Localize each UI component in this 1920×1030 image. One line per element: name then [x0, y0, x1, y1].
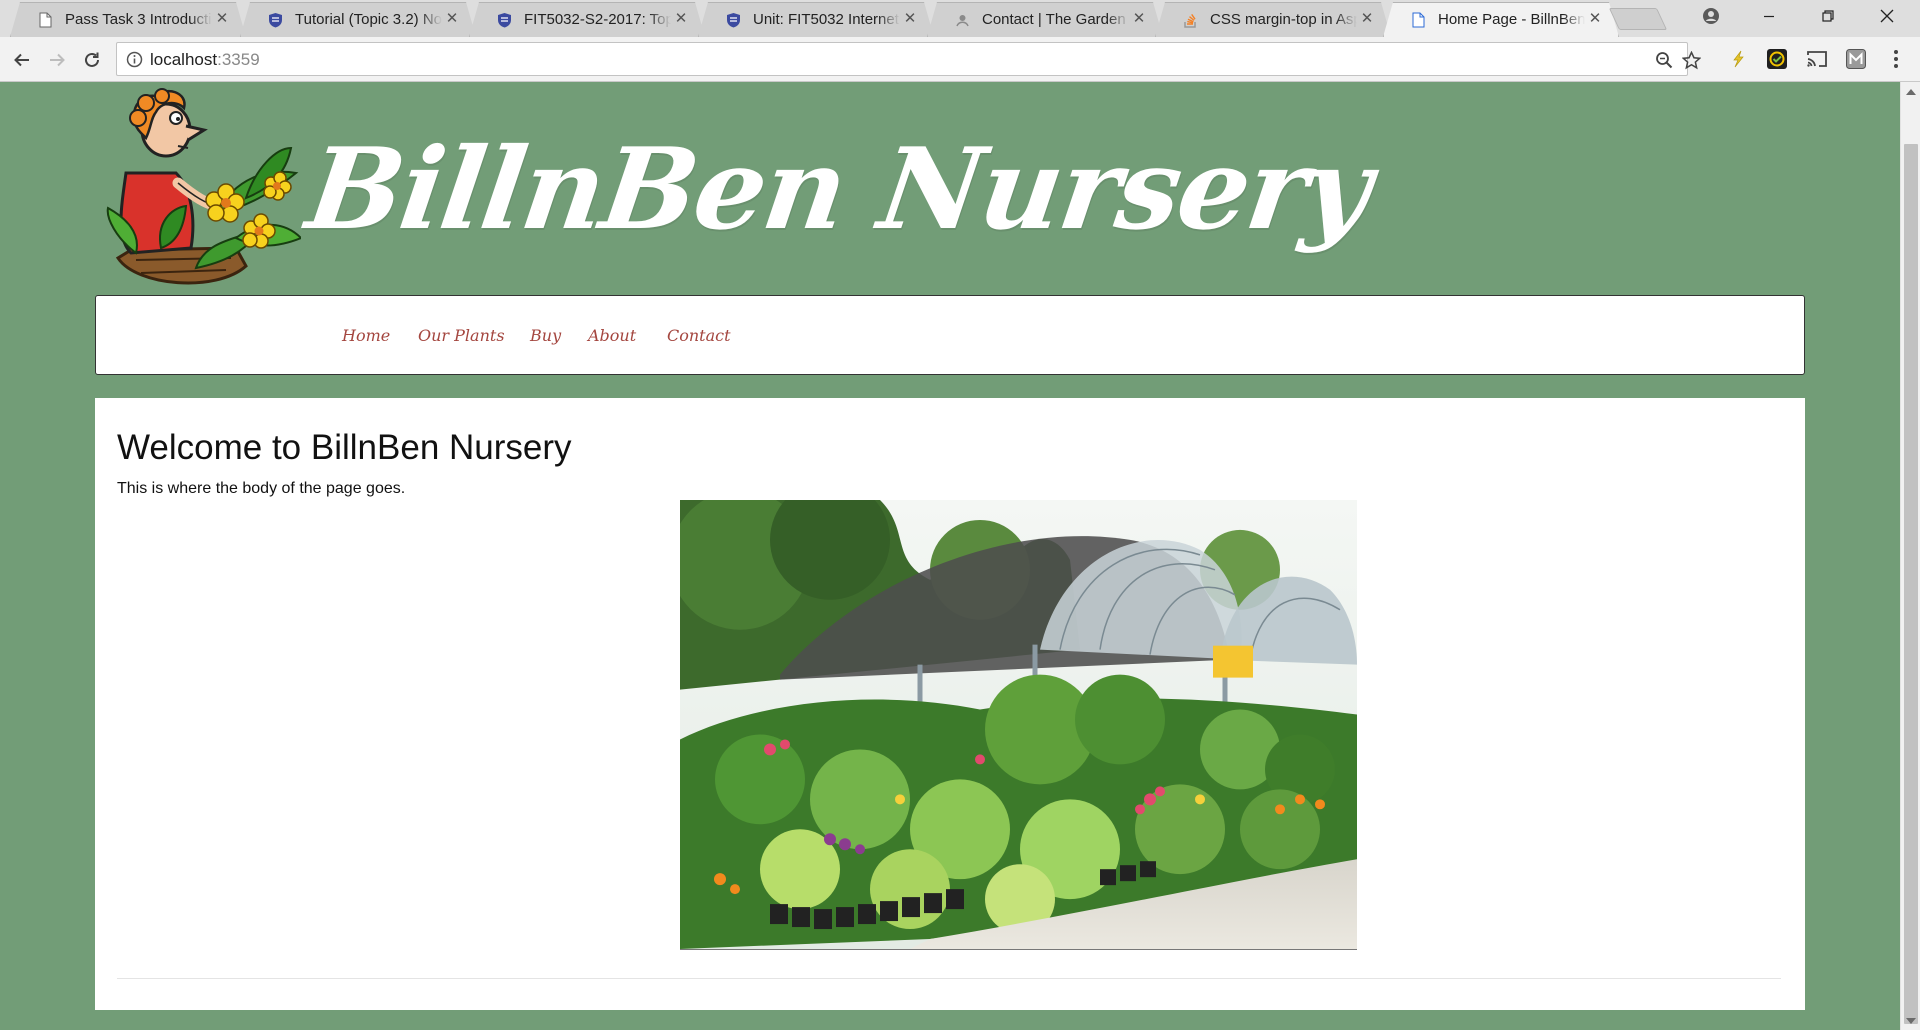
forward-icon[interactable] [43, 46, 71, 74]
tab-strip: Pass Task 3 Introduction to ASP.NET ✕ Tu… [0, 0, 1920, 37]
bookmark-star-icon[interactable] [1681, 50, 1701, 70]
site-navbar: Home Our Plants Buy About Contact [95, 295, 1805, 375]
shield-icon [498, 13, 511, 28]
tab-home-page[interactable]: Home Page - BillnBen Nursery ✕ [1383, 2, 1619, 37]
tab-title: Home Page - BillnBen Nursery [1438, 11, 1585, 28]
tab-pass-task[interactable]: Pass Task 3 Introduction to ASP.NET ✕ [10, 2, 246, 37]
tab-title: CSS margin-top in Asp.net [1210, 11, 1357, 28]
tab-title: Unit: FIT5032 Internet Applications [753, 11, 900, 28]
address-bar[interactable]: localhost:3359 [116, 42, 1701, 76]
document-icon [1412, 12, 1425, 28]
page-title: Welcome to BillnBen Nursery [117, 428, 572, 467]
tab-fit5032-topic[interactable]: FIT5032-S2-2017: Topic 3 ✕ [469, 2, 705, 37]
url-port: :3359 [217, 50, 260, 69]
minimize-icon[interactable] [1742, 0, 1796, 32]
tab-close-icon[interactable]: ✕ [1587, 10, 1603, 28]
scrollbar-thumb[interactable] [1904, 144, 1918, 1024]
page-scrollbar[interactable] [1900, 82, 1920, 1030]
page-viewport: BillnBen Nursery Home Our Plants Buy Abo… [0, 82, 1900, 1030]
reload-icon[interactable] [78, 46, 106, 74]
site-header: BillnBen Nursery [96, 88, 1378, 293]
gardener-logo-icon[interactable] [96, 88, 301, 293]
main-content: Welcome to BillnBen Nursery This is wher… [95, 398, 1805, 1010]
info-icon[interactable] [126, 51, 143, 68]
tab-close-icon[interactable]: ✕ [1359, 10, 1375, 28]
body-text: This is where the body of the page goes. [117, 480, 406, 497]
tab-close-icon[interactable]: ✕ [214, 10, 230, 28]
menu-dots-icon[interactable] [1884, 47, 1908, 71]
tab-title: Tutorial (Topic 3.2) Notes [295, 11, 442, 28]
document-icon [39, 12, 52, 28]
close-icon[interactable] [1860, 0, 1914, 32]
lightning-extension-icon[interactable] [1726, 47, 1750, 71]
tab-close-icon[interactable]: ✕ [444, 10, 460, 28]
tab-garden-contact[interactable]: Contact | The Garden Centre ✕ [927, 2, 1163, 37]
shield-icon [727, 13, 740, 28]
tab-title: Contact | The Garden Centre [982, 11, 1129, 28]
tab-unit-fit5032[interactable]: Unit: FIT5032 Internet Applications ✕ [698, 2, 934, 37]
checkmark-extension-icon[interactable] [1765, 47, 1789, 71]
restore-icon[interactable] [1801, 0, 1855, 32]
tab-title: FIT5032-S2-2017: Topic 3 [524, 11, 671, 28]
tab-close-icon[interactable]: ✕ [673, 10, 689, 28]
site-logo-text[interactable]: BillnBen Nursery [300, 124, 1378, 255]
scroll-up-icon[interactable] [1906, 89, 1916, 95]
content-divider [117, 978, 1781, 979]
nav-home-link[interactable]: Home [342, 326, 390, 345]
scroll-down-icon[interactable] [1906, 1018, 1916, 1024]
stackoverflow-icon [1184, 14, 1196, 28]
profile-icon[interactable] [1684, 0, 1738, 32]
nav-about-link[interactable]: About [588, 326, 636, 345]
browser-toolbar: localhost:3359 [0, 37, 1920, 82]
nav-buy-link[interactable]: Buy [530, 326, 561, 345]
tab-close-icon[interactable]: ✕ [902, 10, 918, 28]
address-url[interactable]: localhost:3359 [150, 50, 260, 70]
zoom-icon[interactable] [1654, 50, 1674, 70]
cast-icon[interactable] [1805, 47, 1829, 71]
tab-title: Pass Task 3 Introduction to ASP.NET [65, 11, 212, 28]
shield-icon [269, 13, 282, 28]
nav-contact-link[interactable]: Contact [667, 326, 731, 345]
back-icon[interactable] [8, 46, 36, 74]
nav-our-plants-link[interactable]: Our Plants [418, 326, 505, 345]
url-host: localhost [150, 50, 218, 69]
tab-tutorial[interactable]: Tutorial (Topic 3.2) Notes ✕ [240, 2, 476, 37]
mail-extension-icon[interactable] [1844, 47, 1868, 71]
garden-icon [956, 15, 969, 27]
new-tab-button[interactable] [1608, 8, 1668, 30]
nursery-greenhouse-photo [680, 500, 1357, 950]
tab-css-margin[interactable]: CSS margin-top in Asp.net ✕ [1155, 2, 1391, 37]
tab-close-icon[interactable]: ✕ [1131, 10, 1147, 28]
